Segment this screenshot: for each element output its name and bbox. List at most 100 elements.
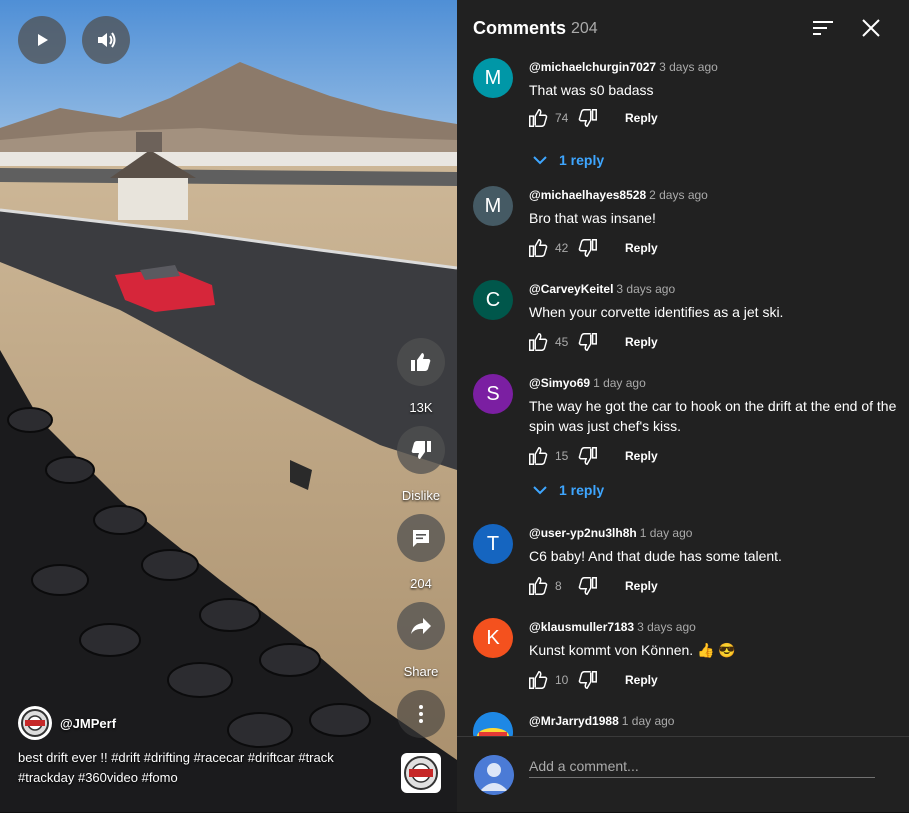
replies-count: 1 reply [559, 482, 605, 498]
comment-author[interactable]: @michaelchurgin7027 [529, 60, 656, 74]
thumbs-up-icon[interactable] [527, 575, 549, 597]
like-button[interactable] [397, 338, 445, 386]
comment-author[interactable]: @user-yp2nu3lh8h [529, 526, 637, 540]
reply-button[interactable]: Reply [625, 579, 658, 593]
reply-button[interactable]: Reply [625, 111, 658, 125]
channel-info[interactable]: @JMPerf [18, 706, 116, 740]
reply-button[interactable]: Reply [625, 673, 658, 687]
add-comment-input[interactable] [529, 755, 875, 778]
comment-meta: @MrJarryd1988 1 day ago [529, 712, 674, 730]
comment-like-count: 8 [555, 579, 562, 593]
comment-author[interactable]: @michaelhayes8528 [529, 188, 646, 202]
comment-time[interactable]: 1 day ago [622, 714, 675, 728]
comment-actions: 42 Reply [527, 236, 658, 260]
comment-meta: @michaelchurgin7027 3 days ago [529, 58, 718, 76]
comment-time[interactable]: 1 day ago [593, 376, 646, 390]
play-button[interactable] [18, 16, 66, 64]
comment-meta: @klausmuller7183 3 days ago [529, 618, 696, 636]
thumbs-up-icon[interactable] [527, 445, 549, 467]
comment-time[interactable]: 3 days ago [659, 60, 718, 74]
add-comment-bar [457, 736, 909, 813]
thumbs-down-icon[interactable] [577, 575, 599, 597]
jmperf-logo-icon [404, 756, 438, 790]
video-player[interactable]: 13K Dislike 204 Share @JMPerf best drift… [0, 0, 457, 812]
sound-thumbnail[interactable] [401, 753, 441, 793]
comment-avatar[interactable]: C [473, 280, 513, 320]
comment-like-count: 10 [555, 673, 569, 687]
comment-time[interactable]: 2 days ago [649, 188, 708, 202]
replies-count: 1 reply [559, 152, 605, 168]
comment-meta: @Simyo69 1 day ago [529, 374, 646, 392]
volume-icon [98, 32, 116, 48]
like-action: 13K [396, 338, 446, 415]
channel-name[interactable]: @JMPerf [60, 716, 116, 731]
thumbs-down-icon[interactable] [577, 669, 599, 691]
video-frame [0, 0, 457, 812]
comments-count: 204 [571, 20, 598, 37]
dislike-button[interactable] [397, 426, 445, 474]
comment-text: The way he got the car to hook on the dr… [529, 398, 897, 434]
comments-list[interactable]: M @michaelchurgin7027 3 days ago That was… [457, 50, 909, 736]
video-caption: best drift ever !! #drift #drifting #rac… [18, 750, 334, 785]
thumbs-down-icon[interactable] [577, 445, 599, 467]
comment-avatar[interactable]: T [473, 524, 513, 564]
comment-avatar[interactable]: K [473, 618, 513, 658]
thumbs-down-icon[interactable] [577, 237, 599, 259]
comment-meta: @michaelhayes8528 2 days ago [529, 186, 708, 204]
comment-author[interactable]: @klausmuller7183 [529, 620, 634, 634]
play-icon [38, 34, 48, 46]
comments-title: Comments [473, 18, 567, 38]
comments-panel: Comments 204 M @michaelchurgin7027 3 days… [457, 0, 909, 812]
comment-text: When your corvette identifies as a jet s… [529, 304, 784, 320]
comment-avatar[interactable]: M [473, 58, 513, 98]
comment-actions: 8 Reply [527, 574, 658, 598]
reply-button[interactable]: Reply [625, 449, 658, 463]
thumbs-down-icon[interactable] [577, 107, 599, 129]
comment-like-count: 45 [555, 335, 569, 349]
view-replies-button[interactable]: 1 reply [533, 150, 604, 170]
person-icon [474, 755, 514, 795]
comment-text: C6 baby! And that dude has some talent. [529, 548, 782, 564]
comment-avatar[interactable]: S [473, 374, 513, 414]
thumbs-down-icon[interactable] [577, 331, 599, 353]
comment-icon [413, 530, 429, 547]
thumbs-up-icon [411, 353, 431, 371]
volume-button[interactable] [82, 16, 130, 64]
comment-meta: @user-yp2nu3lh8h 1 day ago [529, 524, 692, 542]
comment-time[interactable]: 3 days ago [616, 282, 675, 296]
thumbs-up-icon[interactable] [527, 331, 549, 353]
dislike-action: Dislike [396, 426, 446, 503]
thumbs-down-icon [411, 441, 431, 459]
comment-like-count: 42 [555, 241, 569, 255]
view-replies-button[interactable]: 1 reply [533, 480, 604, 500]
avatar-image-icon [473, 712, 513, 736]
reply-button[interactable]: Reply [625, 241, 658, 255]
thumbs-up-icon[interactable] [527, 669, 549, 691]
comment-count: 204 [410, 576, 432, 591]
thumbs-up-icon[interactable] [527, 237, 549, 259]
reply-button[interactable]: Reply [625, 335, 658, 349]
comment-author[interactable]: @MrJarryd1988 [529, 714, 619, 728]
comment-avatar[interactable] [473, 712, 513, 736]
comment-time[interactable]: 1 day ago [640, 526, 693, 540]
jmperf-logo-icon [21, 709, 49, 737]
sort-icon[interactable] [811, 16, 837, 40]
channel-avatar[interactable] [18, 706, 52, 740]
more-vert-icon [419, 705, 423, 723]
comments-action: 204 [396, 514, 446, 591]
comment-actions: 15 Reply [527, 444, 658, 468]
comments-button[interactable] [397, 514, 445, 562]
user-avatar[interactable] [474, 755, 514, 795]
comment-avatar[interactable]: M [473, 186, 513, 226]
share-button[interactable] [397, 602, 445, 650]
comment-like-count: 74 [555, 111, 569, 125]
like-count: 13K [409, 400, 433, 415]
comment-text: Kunst kommt von Können. 👍 😎 [529, 642, 736, 658]
comment-author[interactable]: @Simyo69 [529, 376, 590, 390]
more-options-button[interactable] [397, 690, 445, 738]
share-label: Share [403, 664, 439, 679]
thumbs-up-icon[interactable] [527, 107, 549, 129]
comment-time[interactable]: 3 days ago [637, 620, 696, 634]
comment-author[interactable]: @CarveyKeitel [529, 282, 613, 296]
close-icon[interactable] [859, 16, 883, 40]
